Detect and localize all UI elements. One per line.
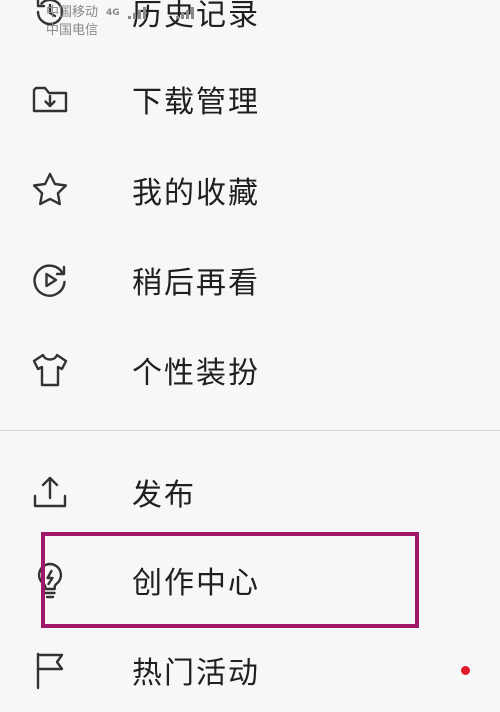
tshirt-icon — [28, 348, 72, 392]
star-icon — [28, 168, 72, 212]
signal-strength-icon-2 — [175, 7, 194, 19]
menu-item-label: 发布 — [132, 478, 196, 513]
status-bar: 中国移动 4G 中国电信 — [46, 4, 194, 40]
menu-item-publish[interactable]: 发布 — [0, 450, 500, 534]
menu-item-favorites[interactable]: 我的收藏 — [0, 148, 500, 232]
highlight-annotation-box — [41, 532, 419, 628]
flag-icon — [28, 648, 72, 692]
menu-item-label: 稍后再看 — [132, 266, 260, 301]
watch-later-icon — [28, 258, 72, 302]
menu-item-label: 我的收藏 — [132, 176, 260, 211]
carrier-1-label: 中国移动 — [46, 5, 99, 20]
carrier-2-label: 中国电信 — [46, 23, 99, 38]
signal-strength-icon — [127, 7, 146, 19]
menu-item-dress-up[interactable]: 个性装扮 — [0, 328, 500, 412]
menu-item-download[interactable]: 下载管理 — [0, 57, 500, 141]
menu-item-label: 个性装扮 — [132, 356, 260, 391]
menu-item-watch-later[interactable]: 稍后再看 — [0, 238, 500, 322]
network-badge: 4G — [106, 8, 120, 18]
download-folder-icon — [28, 77, 72, 121]
menu-item-label: 热门活动 — [132, 656, 260, 691]
menu-item-label: 下载管理 — [132, 85, 260, 120]
upload-icon — [28, 470, 72, 514]
section-divider — [0, 430, 500, 431]
notification-dot — [461, 666, 470, 675]
menu-item-hot-events[interactable]: 热门活动 — [0, 628, 500, 712]
